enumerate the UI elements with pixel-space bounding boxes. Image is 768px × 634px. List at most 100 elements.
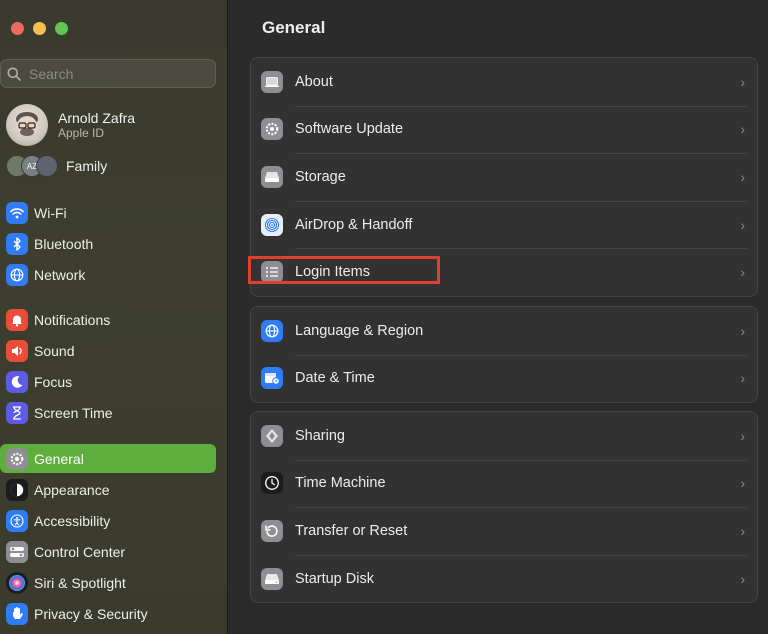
sidebar-item-accessibility[interactable]: Accessibility <box>0 506 216 535</box>
sharing-icon <box>261 424 283 447</box>
page-title: General <box>262 18 326 37</box>
profile-subtitle: Apple ID <box>58 126 105 140</box>
chevron-right-icon: › <box>740 475 745 492</box>
chevron-right-icon: › <box>740 322 745 339</box>
chevron-right-icon: › <box>740 264 745 281</box>
sidebar: Arnold Zafra Apple ID AZ Family Wi-Fi Bl… <box>0 0 228 634</box>
family-avatars: AZ <box>6 155 58 177</box>
chevron-right-icon: › <box>740 427 745 444</box>
row-time-machine[interactable]: Time Machine › <box>251 459 757 508</box>
login-items-highlight-box <box>248 256 440 284</box>
chevron-right-icon: › <box>740 370 745 387</box>
chevron-right-icon: › <box>740 73 745 90</box>
sidebar-item-wifi[interactable]: Wi-Fi <box>0 198 216 227</box>
row-label: Storage <box>295 168 346 185</box>
bluetooth-icon <box>6 232 28 255</box>
airdrop-icon <box>261 213 283 236</box>
row-language-region[interactable]: Language & Region › <box>251 307 757 355</box>
sidebar-item-label: Wi-Fi <box>34 204 67 221</box>
settings-group: Sharing › Time Machine › Transfer or Res… <box>250 411 758 604</box>
sidebar-item-network[interactable]: Network <box>0 260 216 289</box>
apple-id-profile[interactable]: Arnold Zafra Apple ID <box>6 104 135 146</box>
window-controls <box>11 22 68 35</box>
siri-icon <box>6 571 28 594</box>
row-airdrop-handoff[interactable]: AirDrop & Handoff › <box>251 200 757 249</box>
sidebar-item-appearance[interactable]: Appearance <box>0 475 216 504</box>
sidebar-item-privacy-security[interactable]: Privacy & Security <box>0 599 216 628</box>
chevron-right-icon: › <box>740 216 745 233</box>
sidebar-item-label: Screen Time <box>34 404 113 421</box>
row-sharing[interactable]: Sharing › <box>251 412 757 460</box>
row-label: Transfer or Reset <box>295 522 408 539</box>
sidebar-item-label: Sound <box>34 342 75 359</box>
row-label: Software Update <box>295 121 404 138</box>
globe-icon <box>261 319 283 342</box>
chevron-right-icon: › <box>740 168 745 185</box>
sidebar-item-label: Bluetooth <box>34 235 94 252</box>
sidebar-item-siri-spotlight[interactable]: Siri & Spotlight <box>0 568 216 597</box>
sidebar-item-label: Notifications <box>34 311 111 328</box>
bell-icon <box>6 308 28 331</box>
row-startup-disk[interactable]: Startup Disk › <box>251 554 757 603</box>
chevron-right-icon: › <box>740 570 745 587</box>
sidebar-item-control-center[interactable]: Control Center <box>0 537 216 566</box>
reset-icon <box>261 519 283 542</box>
system-settings-window: Arnold Zafra Apple ID AZ Family Wi-Fi Bl… <box>0 0 768 634</box>
sidebar-item-screen-time[interactable]: Screen Time <box>0 398 216 427</box>
zoom-button[interactable] <box>55 22 68 35</box>
row-label: About <box>295 73 333 90</box>
sidebar-item-label: General <box>34 450 84 467</box>
sidebar-item-label: Appearance <box>34 481 110 498</box>
appearance-icon <box>6 478 28 501</box>
gear-icon <box>6 447 28 470</box>
chevron-right-icon: › <box>740 522 745 539</box>
drive-icon <box>261 165 283 188</box>
row-label: Language & Region <box>295 322 424 339</box>
row-date-time[interactable]: Date & Time › <box>251 354 757 403</box>
sidebar-item-label: Siri & Spotlight <box>34 574 126 591</box>
row-label: Startup Disk <box>295 570 374 587</box>
hand-icon <box>6 602 28 625</box>
disk-icon <box>261 567 283 590</box>
wifi-icon <box>6 201 28 224</box>
laptop-icon <box>261 70 283 93</box>
chevron-right-icon: › <box>740 121 745 138</box>
sidebar-item-label: Network <box>34 266 86 283</box>
sidebar-item-focus[interactable]: Focus <box>0 367 216 396</box>
profile-name: Arnold Zafra <box>58 110 136 126</box>
search-input[interactable] <box>27 64 201 83</box>
accessibility-icon <box>6 509 28 532</box>
sidebar-item-general[interactable]: General <box>0 444 216 473</box>
sidebar-item-bluetooth[interactable]: Bluetooth <box>0 229 216 258</box>
moon-icon <box>6 370 28 393</box>
sidebar-item-sound[interactable]: Sound <box>0 336 216 365</box>
hourglass-icon <box>6 401 28 424</box>
row-storage[interactable]: Storage › <box>251 153 757 201</box>
family-item[interactable]: AZ Family <box>6 155 107 177</box>
sidebar-item-label: Accessibility <box>34 512 111 529</box>
close-button[interactable] <box>11 22 24 35</box>
row-label: Date & Time <box>295 370 375 387</box>
time-machine-icon <box>261 472 283 495</box>
toggles-icon <box>6 540 28 563</box>
gear-badge-icon <box>261 118 283 141</box>
search-icon <box>1 67 27 81</box>
minimize-button[interactable] <box>33 22 46 35</box>
sidebar-item-label: Privacy & Security <box>34 605 148 622</box>
speaker-icon <box>6 339 28 362</box>
row-label: Sharing <box>295 427 345 444</box>
family-label: Family <box>66 158 108 174</box>
settings-group: Language & Region › Date & Time › <box>250 306 758 404</box>
row-software-update[interactable]: Software Update › <box>251 105 757 154</box>
sidebar-item-label: Control Center <box>34 543 126 560</box>
row-transfer-reset[interactable]: Transfer or Reset › <box>251 507 757 555</box>
row-about[interactable]: About › <box>251 58 757 106</box>
main-pane: General About › Software Update › Storag… <box>229 0 768 634</box>
calendar-clock-icon <box>261 367 283 390</box>
search-field[interactable] <box>0 59 216 88</box>
row-label: Time Machine <box>295 475 386 492</box>
avatar <box>6 104 48 146</box>
row-label: AirDrop & Handoff <box>295 216 413 233</box>
family-avatar <box>36 155 58 177</box>
sidebar-item-notifications[interactable]: Notifications <box>0 305 216 334</box>
